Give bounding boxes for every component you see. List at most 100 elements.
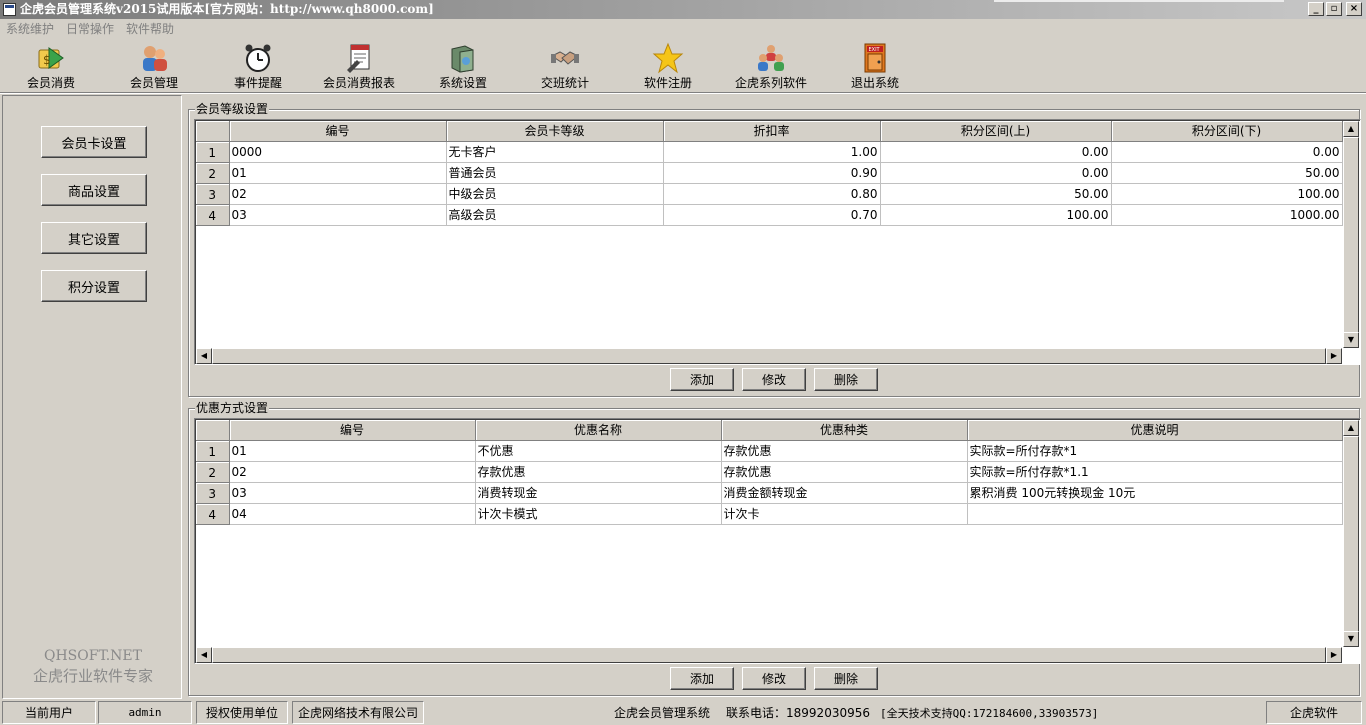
table-row[interactable]: 2 01 普通会员 0.90 0.00 50.00 xyxy=(196,162,1343,184)
table-cell[interactable]: 1.00 xyxy=(663,141,881,163)
scroll-right-icon[interactable]: ▶ xyxy=(1326,348,1342,364)
points-settings-button[interactable]: 积分设置 xyxy=(41,270,147,302)
toolbar-member-consume[interactable]: $ 会员消费 xyxy=(20,38,82,92)
window-title: 企虎会员管理系统v2015试用版本[官方网站：http://www.qh8000… xyxy=(20,2,434,16)
toolbar-qihu-series[interactable]: 企虎系列软件 xyxy=(730,38,812,92)
scroll-thumb[interactable] xyxy=(212,348,1326,364)
column-header[interactable]: 积分区间(下) xyxy=(1111,121,1343,142)
column-header[interactable]: 编号 xyxy=(229,420,476,441)
promo-add-button[interactable]: 添加 xyxy=(670,667,734,690)
toolbar-label: 企虎系列软件 xyxy=(734,76,807,90)
table-cell[interactable]: 无卡客户 xyxy=(446,141,664,163)
toolbar-exit-system[interactable]: EXIT 退出系统 xyxy=(846,38,904,92)
table-cell[interactable]: 03 xyxy=(229,482,476,504)
scroll-thumb[interactable] xyxy=(1343,137,1359,333)
promo-edit-button[interactable]: 修改 xyxy=(742,667,806,690)
table-cell[interactable]: 计次卡 xyxy=(721,503,968,525)
table-row[interactable]: 1 01 不优惠 存款优惠 实际款=所付存款*1 xyxy=(196,440,1343,462)
table-row[interactable]: 4 04 计次卡模式 计次卡 xyxy=(196,503,1343,525)
table-cell[interactable]: 普通会员 xyxy=(446,162,664,184)
minimize-button[interactable]: _ xyxy=(1308,2,1324,16)
table-cell[interactable]: 实际款=所付存款*1 xyxy=(967,440,1343,462)
other-settings-button[interactable]: 其它设置 xyxy=(41,222,147,254)
member-level-title: 会员等级设置 xyxy=(195,102,270,116)
horizontal-scrollbar[interactable]: ◀ ▶ xyxy=(196,348,1342,364)
menu-system-maintenance[interactable]: 系统维护 xyxy=(6,20,54,37)
column-header[interactable]: 优惠种类 xyxy=(721,420,968,441)
table-cell[interactable]: 高级会员 xyxy=(446,204,664,226)
toolbar-software-register[interactable]: 软件注册 xyxy=(638,38,698,92)
toolbar-event-reminder[interactable]: 事件提醒 xyxy=(228,38,288,92)
table-row[interactable]: 4 03 高级会员 0.70 100.00 1000.00 xyxy=(196,204,1343,226)
menu-software-help[interactable]: 软件帮助 xyxy=(126,20,174,37)
table-row[interactable]: 2 02 存款优惠 存款优惠 实际款=所付存款*1.1 xyxy=(196,461,1343,483)
level-add-button[interactable]: 添加 xyxy=(670,368,734,391)
table-cell[interactable]: 0.70 xyxy=(663,204,881,226)
table-cell[interactable]: 实际款=所付存款*1.1 xyxy=(967,461,1343,483)
table-cell[interactable]: 01 xyxy=(229,162,447,184)
restore-button[interactable]: ▫ xyxy=(1326,2,1342,16)
scroll-up-icon[interactable]: ▲ xyxy=(1343,420,1359,436)
menu-daily-operations[interactable]: 日常操作 xyxy=(66,20,114,37)
toolbar-system-settings[interactable]: 系统设置 xyxy=(432,38,494,92)
table-cell[interactable]: 100.00 xyxy=(880,204,1112,226)
table-row[interactable]: 3 02 中级会员 0.80 50.00 100.00 xyxy=(196,183,1343,205)
table-cell[interactable]: 0.00 xyxy=(880,141,1112,163)
scroll-left-icon[interactable]: ◀ xyxy=(196,348,212,364)
column-header[interactable]: 积分区间(上) xyxy=(880,121,1112,142)
scroll-down-icon[interactable]: ▼ xyxy=(1343,631,1359,647)
scroll-right-icon[interactable]: ▶ xyxy=(1326,647,1342,663)
toolbar-consume-report[interactable]: 会员消费报表 xyxy=(318,38,400,92)
table-cell[interactable]: 03 xyxy=(229,204,447,226)
product-settings-button[interactable]: 商品设置 xyxy=(41,174,147,206)
table-cell[interactable]: 50.00 xyxy=(880,183,1112,205)
table-cell[interactable]: 0.90 xyxy=(663,162,881,184)
exit-door-icon: EXIT xyxy=(858,41,892,75)
table-cell[interactable]: 02 xyxy=(229,183,447,205)
table-cell[interactable]: 消费金额转现金 xyxy=(721,482,968,504)
table-cell[interactable]: 消费转现金 xyxy=(475,482,722,504)
scroll-up-icon[interactable]: ▲ xyxy=(1343,121,1359,137)
card-settings-button[interactable]: 会员卡设置 xyxy=(41,126,147,158)
horizontal-scrollbar[interactable]: ◀ ▶ xyxy=(196,647,1342,663)
table-cell[interactable]: 50.00 xyxy=(1111,162,1343,184)
close-button[interactable]: × xyxy=(1346,2,1362,16)
table-cell[interactable]: 02 xyxy=(229,461,476,483)
scroll-left-icon[interactable]: ◀ xyxy=(196,647,212,663)
toolbar-member-manage[interactable]: 会员管理 xyxy=(124,38,184,92)
scroll-thumb[interactable] xyxy=(1343,436,1359,632)
table-cell[interactable]: 累积消费 100元转换现金 10元 xyxy=(967,482,1343,504)
column-header[interactable]: 会员卡等级 xyxy=(446,121,664,142)
scroll-thumb[interactable] xyxy=(212,647,1326,663)
table-cell[interactable]: 存款优惠 xyxy=(721,440,968,462)
scroll-down-icon[interactable]: ▼ xyxy=(1343,332,1359,348)
vertical-scrollbar[interactable]: ▲ ▼ xyxy=(1343,121,1359,348)
table-cell[interactable]: 01 xyxy=(229,440,476,462)
vertical-scrollbar[interactable]: ▲ ▼ xyxy=(1343,420,1359,647)
table-cell[interactable]: 100.00 xyxy=(1111,183,1343,205)
table-cell[interactable]: 0.00 xyxy=(880,162,1112,184)
table-row[interactable]: 1 0000 无卡客户 1.00 0.00 0.00 xyxy=(196,141,1343,163)
column-header[interactable]: 折扣率 xyxy=(663,121,881,142)
column-header[interactable]: 优惠说明 xyxy=(967,420,1343,441)
table-cell[interactable] xyxy=(967,503,1343,525)
table-cell[interactable]: 不优惠 xyxy=(475,440,722,462)
promo-delete-button[interactable]: 删除 xyxy=(814,667,878,690)
table-cell[interactable]: 存款优惠 xyxy=(721,461,968,483)
table-cell[interactable]: 0.00 xyxy=(1111,141,1343,163)
table-cell[interactable]: 1000.00 xyxy=(1111,204,1343,226)
table-cell[interactable]: 0000 xyxy=(229,141,447,163)
member-manage-icon xyxy=(137,41,171,75)
table-cell[interactable]: 中级会员 xyxy=(446,183,664,205)
column-header[interactable]: 编号 xyxy=(229,121,447,142)
toolbar-shift-statistics[interactable]: 交班统计 xyxy=(534,38,596,92)
table-cell[interactable]: 存款优惠 xyxy=(475,461,722,483)
column-header[interactable]: 优惠名称 xyxy=(475,420,722,441)
sidebar: 会员卡设置 商品设置 其它设置 积分设置 QHSOFT.NET 企虎行业软件专家 xyxy=(2,95,182,699)
table-cell[interactable]: 计次卡模式 xyxy=(475,503,722,525)
table-row[interactable]: 3 03 消费转现金 消费金额转现金 累积消费 100元转换现金 10元 xyxy=(196,482,1343,504)
level-delete-button[interactable]: 删除 xyxy=(814,368,878,391)
table-cell[interactable]: 04 xyxy=(229,503,476,525)
table-cell[interactable]: 0.80 xyxy=(663,183,881,205)
level-edit-button[interactable]: 修改 xyxy=(742,368,806,391)
